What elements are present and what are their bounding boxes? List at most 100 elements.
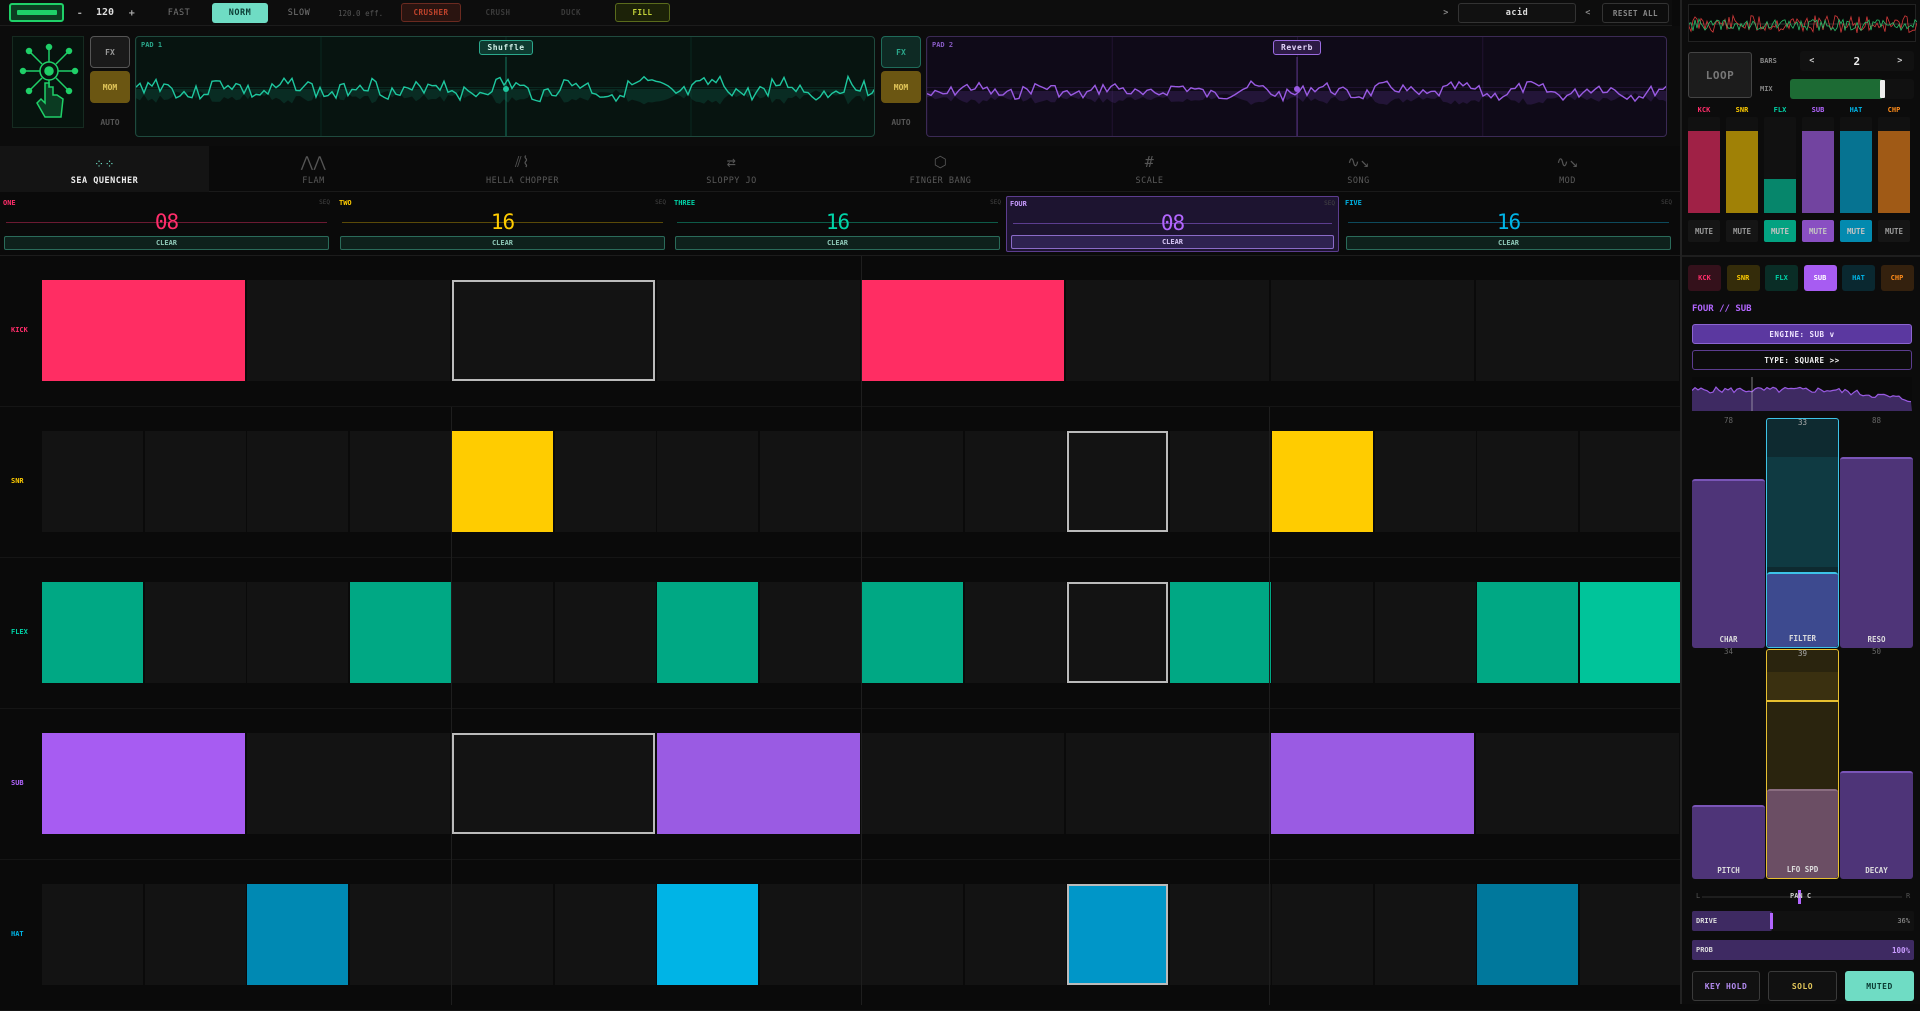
step-cell[interactable] [555, 431, 656, 532]
bpm-value[interactable]: 120 [96, 7, 114, 18]
step-cell[interactable] [1066, 280, 1269, 381]
type-select[interactable]: TYPE: SQUARE >> [1692, 350, 1912, 370]
step-cell[interactable] [555, 884, 656, 985]
channel-mute-button[interactable]: MUTE [1764, 220, 1796, 242]
step-cell[interactable] [1476, 733, 1679, 834]
step-cell[interactable] [42, 733, 245, 834]
step-cell[interactable] [1375, 884, 1476, 985]
pad2-auto-button[interactable]: AUTO [881, 106, 921, 138]
muted-button[interactable]: MUTED [1845, 971, 1914, 1001]
step-cell[interactable] [247, 582, 348, 683]
step-cell[interactable] [145, 884, 246, 985]
step-cell[interactable] [1477, 582, 1578, 683]
pad1-area[interactable]: PAD 1 Shuffle [135, 36, 875, 137]
sequence-one[interactable]: ONE SEQ 08 CLEAR [0, 196, 333, 252]
power-toggle[interactable] [9, 3, 64, 22]
clear-button[interactable]: CLEAR [340, 236, 665, 250]
track-select-hat[interactable]: HAT [1842, 265, 1875, 291]
prob-slider[interactable]: PROB 100% [1692, 940, 1914, 960]
solo-button[interactable]: SOLO [1768, 971, 1837, 1001]
sequence-four[interactable]: FOUR SEQ 08 CLEAR [1006, 196, 1339, 252]
reset-all-button[interactable]: RESET ALL [1602, 3, 1669, 23]
preset-next-button[interactable]: < [1582, 7, 1594, 19]
step-cell[interactable] [1477, 884, 1578, 985]
step-cell[interactable] [145, 582, 246, 683]
step-cell[interactable] [247, 884, 348, 985]
bars-prev-button[interactable]: < [1804, 53, 1820, 69]
step-cell[interactable] [452, 733, 655, 834]
step-cell[interactable] [1170, 582, 1271, 683]
pad2-area[interactable]: PAD 2 Reverb [926, 36, 1667, 137]
step-cell[interactable] [350, 582, 451, 683]
channel-mute-button[interactable]: MUTE [1688, 220, 1720, 242]
step-cell[interactable] [452, 582, 553, 683]
engine-select[interactable]: ENGINE: SUB v [1692, 324, 1912, 344]
channel-mute-button[interactable]: MUTE [1840, 220, 1872, 242]
crusher-button[interactable]: CRUSHER [401, 3, 461, 22]
channel-meter[interactable] [1840, 117, 1872, 213]
step-cell[interactable] [1580, 582, 1680, 683]
step-cell[interactable] [1477, 431, 1578, 532]
sequence-five[interactable]: FIVE SEQ 16 CLEAR [1342, 196, 1675, 252]
step-cell[interactable] [862, 582, 963, 683]
track-select-sub[interactable]: SUB [1803, 265, 1837, 291]
channel-mute-button[interactable]: MUTE [1726, 220, 1758, 242]
speed-norm-button[interactable]: NORM [212, 3, 268, 23]
track-select-snr[interactable]: SNR [1726, 265, 1760, 291]
tab-scale[interactable]: # SCALE [1045, 146, 1254, 192]
step-cell[interactable] [760, 582, 861, 683]
pad2-mom-button[interactable]: MOM [881, 71, 921, 103]
step-cell[interactable] [657, 884, 758, 985]
step-cell[interactable] [657, 733, 860, 834]
preset-prev-button[interactable]: > [1440, 7, 1452, 19]
pad1-fx-button[interactable]: FX [90, 36, 130, 68]
preset-name[interactable]: acid [1458, 3, 1576, 23]
channel-mute-button[interactable]: MUTE [1878, 220, 1910, 242]
step-cell[interactable] [1375, 582, 1476, 683]
sequence-two[interactable]: TWO SEQ 16 CLEAR [336, 196, 669, 252]
tab-finger-bang[interactable]: ⬡ FINGER BANG [836, 146, 1045, 192]
clear-button[interactable]: CLEAR [675, 236, 1000, 250]
decay-slider[interactable]: 50 DECAY [1840, 647, 1913, 879]
clear-button[interactable]: CLEAR [4, 236, 329, 250]
reso-slider[interactable]: 88 RESO [1840, 416, 1913, 648]
step-cell[interactable] [657, 280, 860, 381]
mix-slider[interactable] [1790, 79, 1914, 99]
step-cell[interactable] [1067, 431, 1168, 532]
step-cell[interactable] [1272, 582, 1373, 683]
lfo-speed-slider[interactable]: 39 LFO SPD [1766, 649, 1839, 879]
loop-button[interactable]: LOOP [1688, 52, 1752, 98]
step-cell[interactable] [350, 431, 451, 532]
step-cell[interactable] [862, 733, 1064, 834]
pitch-slider[interactable]: 34 PITCH [1692, 647, 1765, 879]
channel-meter[interactable] [1688, 117, 1720, 213]
fill-button[interactable]: FILL [615, 3, 670, 22]
tab-sea-quencher[interactable]: ⁘⁘ SEA QUENCHER [0, 146, 209, 192]
step-cell[interactable] [42, 884, 143, 985]
step-cell[interactable] [1170, 431, 1271, 532]
step-cell[interactable] [657, 582, 758, 683]
char-slider[interactable]: 78 CHAR [1692, 416, 1765, 648]
bpm-increase-button[interactable]: + [126, 7, 138, 19]
pad1-mom-button[interactable]: MOM [90, 71, 130, 103]
speed-fast-button[interactable]: FAST [154, 3, 204, 23]
pad1-auto-button[interactable]: AUTO [90, 106, 130, 138]
step-cell[interactable] [1272, 884, 1373, 985]
step-cell[interactable] [965, 582, 1066, 683]
step-cell[interactable] [247, 733, 450, 834]
step-cell[interactable] [1476, 280, 1679, 381]
channel-meter[interactable] [1726, 117, 1758, 213]
track-select-chp[interactable]: CHP [1880, 265, 1914, 291]
step-cell[interactable] [1170, 884, 1271, 985]
filter-slider[interactable]: 33 FILTER [1766, 418, 1839, 648]
step-cell[interactable] [1271, 733, 1474, 834]
step-cell[interactable] [1066, 733, 1269, 834]
channel-meter[interactable] [1802, 117, 1834, 213]
tab-flam[interactable]: ⋀⋀ FLAM [209, 146, 418, 192]
crush-button[interactable]: CRUSH [468, 3, 528, 22]
clear-button[interactable]: CLEAR [1011, 235, 1334, 249]
step-cell[interactable] [247, 431, 348, 532]
step-cell[interactable] [862, 280, 1064, 381]
step-cell[interactable] [760, 431, 861, 532]
tab-mod[interactable]: ∿↘ MOD [1463, 146, 1672, 192]
